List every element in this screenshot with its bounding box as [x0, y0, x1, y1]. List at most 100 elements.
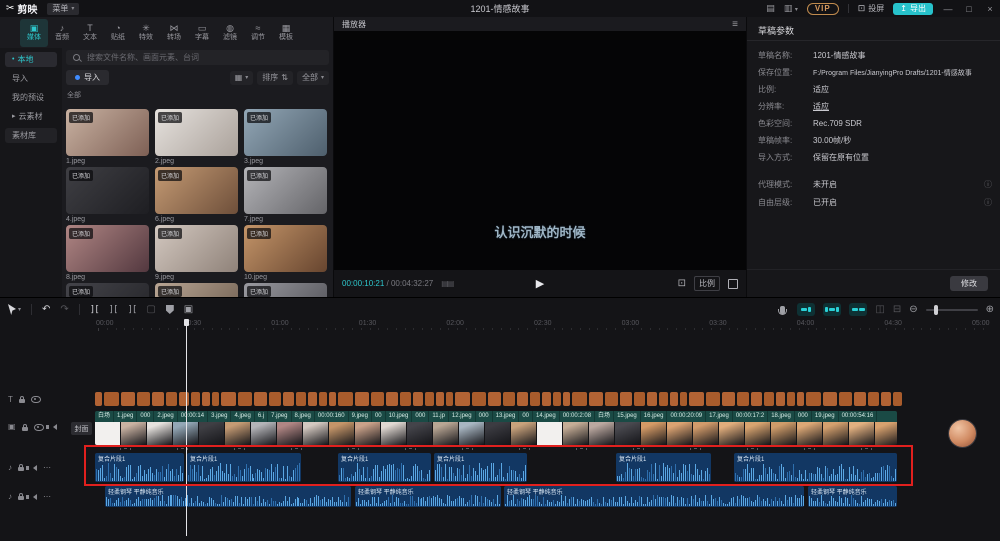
video-clip-thumbnail[interactable] [719, 422, 744, 445]
subtitle-clip[interactable] [212, 392, 219, 406]
video-clip-thumbnail[interactable] [147, 422, 172, 445]
mute-icon[interactable] [33, 494, 37, 500]
subtitle-clip[interactable] [455, 392, 470, 406]
subtitle-clip[interactable] [706, 392, 720, 406]
search-bar[interactable] [66, 50, 329, 65]
zoom-preview-icon[interactable]: ⊡ [678, 278, 686, 289]
audio-clip[interactable]: 轻柔钢琴 平静纯音乐 [355, 486, 501, 507]
tab-转场[interactable]: ⋈转场 [160, 19, 188, 47]
media-item[interactable]: 已添加2.jpeg [155, 109, 238, 165]
lock-icon[interactable] [19, 399, 25, 403]
subtitle-clip[interactable] [589, 392, 603, 406]
media-item[interactable]: 已添加 [155, 283, 238, 297]
media-thumbnail[interactable]: 已添加 [66, 283, 149, 297]
video-track[interactable] [95, 422, 897, 445]
maximize-button[interactable]: □ [963, 4, 975, 14]
tab-字幕[interactable]: ▭字幕 [188, 19, 216, 47]
video-clip-thumbnail[interactable] [277, 422, 302, 445]
audio-clip[interactable]: 轻柔钢琴 平静纯音乐 [105, 486, 351, 507]
tab-贴纸[interactable]: ◔贴纸 [104, 19, 132, 47]
sidebar-item-导入[interactable]: 导入 [5, 71, 57, 86]
media-item[interactable]: 已添加6.jpeg [155, 167, 238, 223]
main-track-magnet-toggle[interactable] [797, 303, 815, 316]
subtitle-clip[interactable] [355, 392, 369, 406]
tab-特效[interactable]: ✳特效 [132, 19, 160, 47]
field-value[interactable]: 适应 [813, 101, 829, 112]
info-icon[interactable]: ⓘ [984, 179, 992, 190]
audio-clip[interactable]: 复合片段1 [338, 453, 431, 482]
zoom-out-button[interactable]: ⊖ [909, 304, 917, 315]
redo-button[interactable]: ↷ [60, 304, 68, 315]
filter-button[interactable]: 全部▾ [297, 71, 329, 85]
audio-clip[interactable]: 复合片段1 [434, 453, 527, 482]
subtitle-clip[interactable] [542, 392, 551, 406]
subtitle-clip[interactable] [191, 392, 200, 406]
subtitle-clip[interactable] [854, 392, 866, 406]
playhead[interactable] [186, 319, 187, 536]
timeline-zoom-slider[interactable] [926, 309, 978, 311]
undo-button[interactable]: ↶ [42, 304, 50, 315]
subtitle-clip[interactable] [137, 392, 150, 406]
video-clip-thumbnail[interactable] [875, 422, 897, 445]
subtitle-clip[interactable] [722, 392, 735, 406]
subtitle-clip[interactable] [868, 392, 879, 406]
video-clip-thumbnail[interactable] [355, 422, 380, 445]
media-thumbnail[interactable]: 已添加 [244, 109, 327, 156]
tab-音频[interactable]: ♪音频 [48, 19, 76, 47]
video-clip-thumbnail[interactable] [797, 422, 822, 445]
subtitle-clip[interactable] [488, 392, 501, 406]
video-clip-thumbnail[interactable] [615, 422, 640, 445]
render-preview-toggle[interactable]: ⊟ [893, 304, 901, 315]
subtitle-clip[interactable] [283, 392, 294, 406]
visibility-icon[interactable] [34, 424, 44, 431]
media-thumbnail[interactable]: 已添加 [244, 167, 327, 214]
split-button[interactable]: ][ [90, 305, 99, 315]
subtitle-clip[interactable] [425, 392, 434, 406]
preview-axis-toggle[interactable]: ◫ [875, 304, 884, 315]
delete-left-button[interactable]: ][ [109, 305, 118, 315]
media-thumbnail[interactable]: 已添加 [66, 109, 149, 156]
subtitle-clip[interactable] [269, 392, 281, 406]
audio-clip[interactable]: 复合片段1 [734, 453, 897, 482]
subtitle-clip[interactable] [563, 392, 570, 406]
subtitle-clip[interactable] [647, 392, 657, 406]
subtitle-clip[interactable] [634, 392, 645, 406]
subtitle-clip[interactable] [121, 392, 135, 406]
subtitle-clip[interactable] [659, 392, 668, 406]
subtitle-clip[interactable] [881, 392, 891, 406]
media-item[interactable]: 已添加1.jpeg [66, 109, 149, 165]
video-clip-thumbnail[interactable] [511, 422, 536, 445]
search-input[interactable] [85, 52, 319, 63]
tab-滤镜[interactable]: ◍滤镜 [216, 19, 244, 47]
subtitle-clip[interactable] [517, 392, 528, 406]
subtitle-clip[interactable] [95, 392, 102, 406]
subtitle-clip[interactable] [670, 392, 678, 406]
subtitle-clip[interactable] [386, 392, 398, 406]
media-item[interactable]: 已添加3.jpeg [244, 109, 327, 165]
subtitle-clip[interactable] [530, 392, 540, 406]
subtitle-clip[interactable] [737, 392, 749, 406]
media-item[interactable]: 已添加8.jpeg [66, 225, 149, 281]
subtitle-clip[interactable] [436, 392, 444, 406]
select-tool-button[interactable]: ▾ [8, 304, 21, 315]
subtitle-clip[interactable] [152, 392, 164, 406]
view-mode-button[interactable]: ▦▾ [230, 71, 254, 85]
audio-clip[interactable]: 轻柔钢琴 平静纯音乐 [504, 486, 804, 507]
more-icon[interactable]: ⋯ [43, 464, 51, 472]
subtitle-clip[interactable] [166, 392, 177, 406]
sidebar-item-云素材[interactable]: ▸云素材 [5, 109, 57, 124]
media-item[interactable]: 已添加9.jpeg [155, 225, 238, 281]
video-track-label-strip[interactable]: 白场1.jpeg0002.jpeg00:00:143.jpeg4.jpeg6.j… [95, 411, 897, 422]
fullscreen-icon[interactable] [728, 279, 738, 289]
split-view-icon[interactable]: ▤▤ [441, 279, 452, 288]
media-item[interactable]: 已添加 [244, 283, 327, 297]
video-clip-thumbnail[interactable] [823, 422, 848, 445]
subtitle-clip[interactable] [104, 392, 119, 406]
floating-avatar[interactable] [949, 420, 976, 447]
freeze-frame-button[interactable]: ▣ [184, 304, 193, 315]
sort-button[interactable]: 排序⇅ [257, 71, 293, 85]
video-clip-thumbnail[interactable] [745, 422, 770, 445]
minimize-button[interactable]: — [942, 4, 954, 14]
tab-媒体[interactable]: ▣媒体 [20, 19, 48, 47]
video-clip-thumbnail[interactable] [225, 422, 250, 445]
